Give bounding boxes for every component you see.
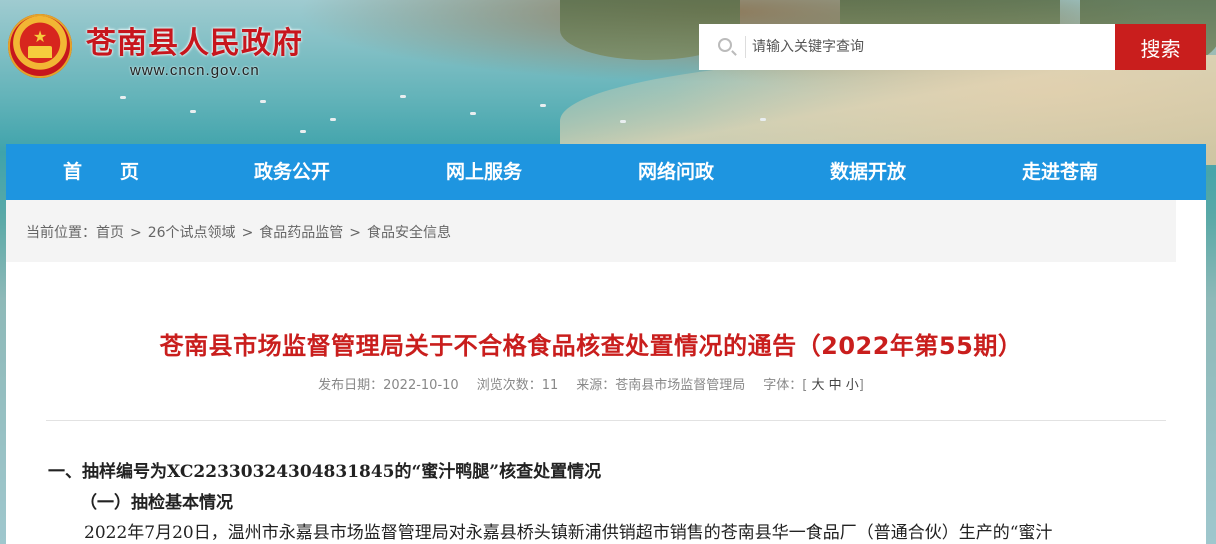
nav-item-government-affairs[interactable]: 政务公开 bbox=[196, 144, 388, 200]
boat bbox=[330, 118, 336, 121]
breadcrumb-bar: 当前位置：首页 >26个试点领域 > 食品药品监管 > 食品安全信息 bbox=[6, 200, 1176, 262]
breadcrumb-item-food-drug[interactable]: 食品药品监管 bbox=[259, 225, 343, 241]
main-nav: 首 页 政务公开 网上服务 网络问政 数据开放 走进苍南 bbox=[6, 144, 1206, 200]
breadcrumb-item-home[interactable]: 首页 bbox=[96, 225, 124, 241]
breadcrumb-separator: > bbox=[130, 225, 142, 241]
article-source: 来源：苍南县市场监督管理局 bbox=[576, 378, 746, 393]
nav-item-open-data[interactable]: 数据开放 bbox=[772, 144, 964, 200]
nav-item-online-services[interactable]: 网上服务 bbox=[388, 144, 580, 200]
boat bbox=[260, 100, 266, 103]
font-size-label: 字体：[ bbox=[763, 378, 808, 393]
boat bbox=[120, 96, 126, 99]
star-icon: ★ bbox=[32, 27, 48, 46]
nav-item-about-cangnan[interactable]: 走进苍南 bbox=[964, 144, 1156, 200]
search-divider bbox=[745, 36, 746, 58]
site-title[interactable]: 苍南县人民政府 bbox=[86, 18, 303, 62]
boat bbox=[470, 112, 476, 115]
divider bbox=[46, 420, 1166, 421]
font-size-medium-button[interactable]: 中 bbox=[829, 378, 842, 393]
font-size-large-button[interactable]: 大 bbox=[811, 378, 824, 393]
content-panel: 当前位置：首页 >26个试点领域 > 食品药品监管 > 食品安全信息 苍南县市场监督管理局… bbox=[6, 200, 1206, 544]
breadcrumb-item-pilot-areas[interactable]: 26个试点领域 bbox=[148, 225, 236, 241]
view-count: 浏览次数：11 bbox=[476, 378, 559, 393]
nav-item-online-inquiry[interactable]: 网络问政 bbox=[580, 144, 772, 200]
boat bbox=[760, 118, 766, 121]
site-url: www.cncn.gov.cn bbox=[130, 62, 260, 79]
search-input[interactable] bbox=[752, 26, 1107, 68]
font-size-bracket: ] bbox=[858, 378, 864, 393]
publish-date: 发布日期：2022-10-10 bbox=[318, 378, 459, 393]
gate-icon bbox=[28, 46, 52, 58]
article-meta: 发布日期：2022-10-10 浏览次数：11 来源：苍南县市场监督管理局 字体：[ … bbox=[6, 374, 1176, 393]
search-icon bbox=[718, 38, 732, 52]
boat bbox=[400, 95, 406, 98]
boat bbox=[540, 104, 546, 107]
body-paragraph: 2022年7月20日，温州市永嘉县市场监督管理局对永嘉县桥头镇新浦供销超市销售的… bbox=[84, 523, 1053, 543]
nav-item-home[interactable]: 首 页 bbox=[6, 144, 196, 200]
breadcrumb-item-food-safety[interactable]: 食品安全信息 bbox=[367, 225, 451, 241]
national-emblem-logo: ★ bbox=[8, 14, 72, 78]
search-button[interactable]: 搜索 bbox=[1115, 24, 1206, 70]
breadcrumb-label: 当前位置： bbox=[26, 225, 96, 241]
boat bbox=[190, 110, 196, 113]
section-heading: 一、抽样编号为XC22330324304831845的“蜜汁鸭腿”核查处置情况 bbox=[48, 462, 602, 482]
boat bbox=[300, 130, 306, 133]
subsection-heading: （一）抽检基本情况 bbox=[80, 493, 233, 513]
boat bbox=[620, 120, 626, 123]
breadcrumb: 当前位置：首页 >26个试点领域 > 食品药品监管 > 食品安全信息 bbox=[26, 222, 451, 242]
breadcrumb-separator: > bbox=[349, 225, 362, 241]
article-title: 苍南县市场监督管理局关于不合格食品核查处置情况的通告（2022年第55期） bbox=[159, 332, 1023, 360]
font-size-small-button[interactable]: 小 bbox=[846, 378, 859, 393]
breadcrumb-separator: > bbox=[241, 225, 254, 241]
